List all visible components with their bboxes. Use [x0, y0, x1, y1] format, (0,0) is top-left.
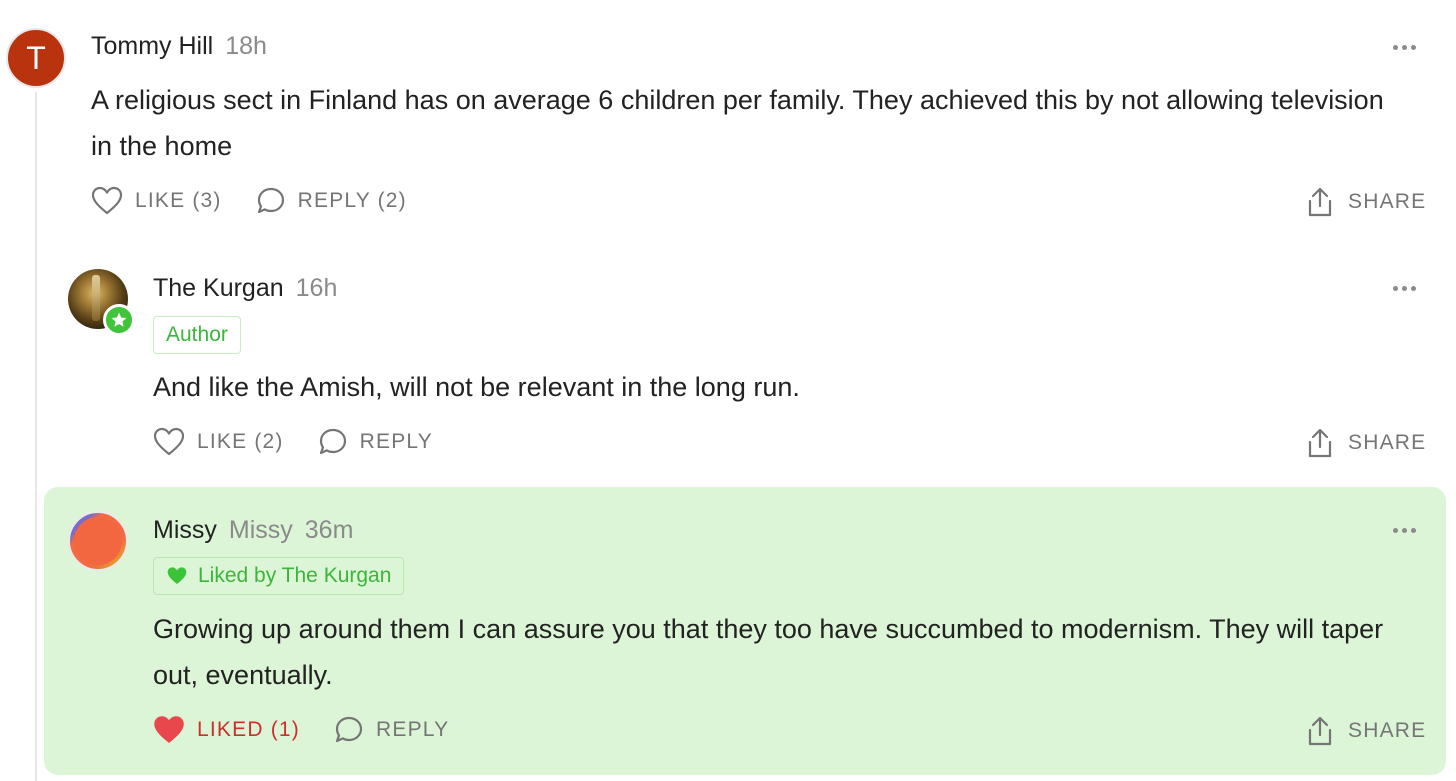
star-icon	[111, 312, 127, 327]
comment-time[interactable]: 36m	[305, 516, 354, 545]
comment-bubble-icon	[257, 187, 284, 214]
commenter-name[interactable]: The Kurgan	[153, 274, 284, 303]
liked-button[interactable]: LIKED (1)	[153, 715, 300, 745]
heart-icon	[167, 567, 187, 584]
comment-header: Tommy Hill 18h	[91, 32, 267, 61]
share-label: SHARE	[1348, 719, 1427, 742]
comment-actions: LIKED (1) REPLY	[153, 715, 449, 745]
reply-label: REPLY (2)	[297, 189, 407, 212]
comment-body: Growing up around them I can assure you …	[153, 614, 1384, 690]
heart-icon	[154, 716, 184, 743]
avatar-letter: T	[26, 39, 46, 76]
more-options-button[interactable]	[1384, 37, 1424, 57]
comment-time[interactable]: 16h	[296, 274, 338, 303]
more-icon-dot	[1410, 527, 1416, 533]
liked-by-author-tag: Liked by The Kurgan	[153, 557, 405, 595]
more-options-button[interactable]	[1384, 278, 1424, 298]
like-button[interactable]: LIKE (3)	[91, 186, 222, 216]
share-label: SHARE	[1348, 190, 1427, 213]
comment-actions: LIKE (3) REPLY (2)	[91, 186, 407, 216]
comment-body: A religious sect in Finland has on avera…	[91, 85, 1384, 161]
author-tag-label: Author	[166, 323, 228, 346]
commenter-handle[interactable]: Missy	[229, 516, 293, 545]
share-label: SHARE	[1348, 431, 1427, 454]
thread-line[interactable]	[35, 92, 37, 781]
more-options-button[interactable]	[1384, 520, 1424, 540]
share-icon	[1308, 187, 1332, 217]
more-icon-dot	[1410, 285, 1416, 291]
comment-header: Missy Missy 36m	[153, 516, 353, 545]
heart-icon	[153, 427, 185, 456]
reply-label: REPLY	[376, 718, 450, 741]
more-icon-dot	[1401, 285, 1407, 291]
commenter-name[interactable]: Tommy Hill	[91, 32, 213, 61]
avatar[interactable]: T	[6, 28, 66, 88]
comment-time[interactable]: 18h	[225, 32, 267, 61]
share-icon	[1308, 428, 1332, 458]
avatar-fill	[74, 517, 122, 565]
comment-header: The Kurgan 16h	[153, 274, 337, 303]
comment-body: And like the Amish, will not be relevant…	[153, 372, 800, 402]
share-button[interactable]: SHARE	[1306, 186, 1426, 218]
more-icon	[1392, 44, 1398, 50]
more-icon-dot	[1401, 44, 1407, 50]
share-icon	[1308, 716, 1332, 746]
like-label: LIKED (1)	[197, 718, 300, 741]
like-button[interactable]: LIKE (2)	[153, 427, 284, 457]
reply-button[interactable]: REPLY	[334, 715, 449, 745]
like-label: LIKE (2)	[197, 430, 284, 453]
comment-bubble-icon	[335, 716, 363, 743]
more-icon-dot	[1401, 527, 1407, 533]
avatar[interactable]	[68, 511, 128, 571]
reply-label: REPLY	[359, 430, 433, 453]
comment-thread: T Tommy Hill 18h A religious sect in Fin…	[0, 0, 1456, 781]
share-button[interactable]: SHARE	[1306, 427, 1426, 459]
reply-button[interactable]: REPLY	[318, 427, 433, 457]
liked-by-label: Liked by The Kurgan	[198, 564, 392, 587]
commenter-name[interactable]: Missy	[153, 516, 217, 545]
heart-icon	[91, 186, 123, 215]
share-button[interactable]: SHARE	[1306, 715, 1426, 747]
author-star-badge	[103, 304, 135, 336]
more-icon-dot	[1410, 44, 1416, 50]
author-tag: Author	[153, 316, 241, 354]
like-label: LIKE (3)	[135, 189, 222, 212]
reply-button[interactable]: REPLY (2)	[256, 186, 407, 216]
comment-bubble-icon	[319, 428, 346, 455]
more-icon	[1392, 527, 1398, 533]
comment-actions: LIKE (2) REPLY	[153, 427, 433, 457]
avatar-photo-detail	[92, 275, 100, 321]
more-icon	[1392, 285, 1398, 291]
